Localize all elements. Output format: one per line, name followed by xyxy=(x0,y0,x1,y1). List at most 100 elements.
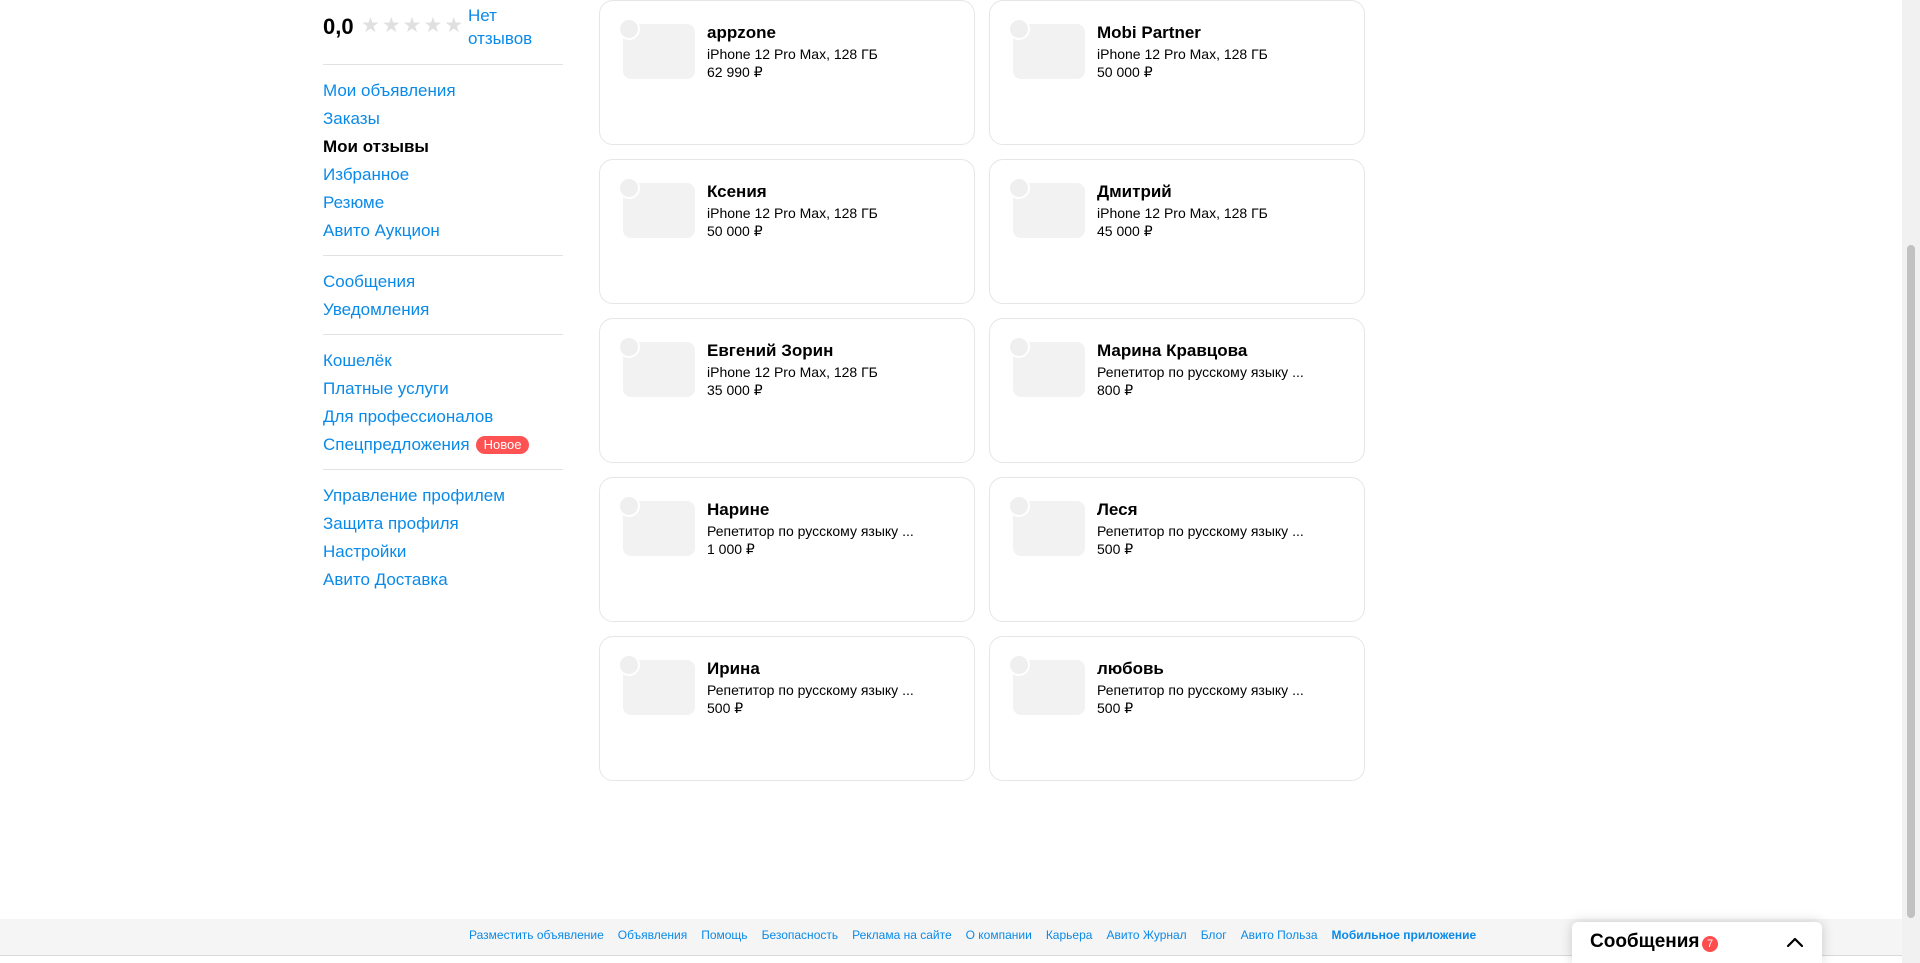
menu-group-3: Кошелёк Платные услуги Для профессионало… xyxy=(323,347,563,459)
item-title: Репетитор по русскому языку ... xyxy=(1097,364,1304,380)
seller-name: любовь xyxy=(1097,659,1164,678)
review-card[interactable]: Леся Репетитор по русскому языку ... 500… xyxy=(989,477,1365,622)
sidebar: 0,0 ★ ★ ★ ★ ★ Нет отзывов Мои объявления… xyxy=(323,0,563,594)
messages-widget-title: Сообщения xyxy=(1590,931,1700,952)
avatar xyxy=(1008,495,1030,517)
menu-item-messages[interactable]: Сообщения xyxy=(323,268,563,296)
menu-item-settings[interactable]: Настройки xyxy=(323,538,563,566)
new-badge: Новое xyxy=(475,436,530,454)
menu-item-my-ads[interactable]: Мои объявления xyxy=(323,77,563,105)
footer-link-journal[interactable]: Авито Журнал xyxy=(1106,928,1186,942)
footer-link-benefit[interactable]: Авито Польза xyxy=(1241,928,1318,942)
rating-summary: 0,0 ★ ★ ★ ★ ★ Нет отзывов xyxy=(323,0,563,56)
review-card[interactable]: appzone iPhone 12 Pro Max, 128 ГБ 62 990… xyxy=(599,0,975,145)
footer-link-post-ad[interactable]: Разместить объявление xyxy=(469,928,604,942)
avatar xyxy=(1008,336,1030,358)
menu-item-for-pros[interactable]: Для профессионалов xyxy=(323,403,563,431)
seller-name: Нарине xyxy=(707,500,770,519)
item-price: 1 000 ₽ xyxy=(707,541,755,557)
menu-item-profile-protection[interactable]: Защита профиля xyxy=(323,510,563,538)
star-icon: ★ xyxy=(402,14,422,37)
review-card[interactable]: Mobi Partner iPhone 12 Pro Max, 128 ГБ 5… xyxy=(989,0,1365,145)
item-title: iPhone 12 Pro Max, 128 ГБ xyxy=(707,205,878,221)
chevron-up-icon[interactable] xyxy=(1786,936,1804,948)
review-card[interactable]: Евгений Зорин iPhone 12 Pro Max, 128 ГБ … xyxy=(599,318,975,463)
menu-group-4: Управление профилем Защита профиля Настр… xyxy=(323,482,563,594)
footer-link-help[interactable]: Помощь xyxy=(701,928,747,942)
avatar xyxy=(1008,654,1030,676)
item-price: 50 000 ₽ xyxy=(1097,64,1153,80)
menu-item-auction[interactable]: Авито Аукцион xyxy=(323,217,563,245)
star-icon: ★ xyxy=(381,14,401,37)
review-card[interactable]: Ирина Репетитор по русскому языку ... 50… xyxy=(599,636,975,781)
footer-link-blog[interactable]: Блог xyxy=(1201,928,1227,942)
review-card[interactable]: Дмитрий iPhone 12 Pro Max, 128 ГБ 45 000… xyxy=(989,159,1365,304)
item-title: Репетитор по русскому языку ... xyxy=(707,523,914,539)
item-price: 50 000 ₽ xyxy=(707,223,763,239)
review-card[interactable]: любовь Репетитор по русскому языку ... 5… xyxy=(989,636,1365,781)
menu-item-notifications[interactable]: Уведомления xyxy=(323,296,563,324)
avatar xyxy=(1008,18,1030,40)
footer-link-mobile-app[interactable]: Мобильное приложение xyxy=(1332,928,1477,942)
avatar xyxy=(618,495,640,517)
item-title: Репетитор по русскому языку ... xyxy=(707,682,914,698)
item-title: iPhone 12 Pro Max, 128 ГБ xyxy=(707,46,878,62)
footer-link-advertising[interactable]: Реклама на сайте xyxy=(852,928,952,942)
item-price: 45 000 ₽ xyxy=(1097,223,1153,239)
menu-item-my-reviews[interactable]: Мои отзывы xyxy=(323,133,563,161)
item-title: Репетитор по русскому языку ... xyxy=(1097,523,1304,539)
star-icon: ★ xyxy=(423,14,443,37)
avatar xyxy=(618,177,640,199)
avatar xyxy=(618,336,640,358)
divider xyxy=(323,334,563,335)
item-title: iPhone 12 Pro Max, 128 ГБ xyxy=(707,364,878,380)
divider xyxy=(323,64,563,65)
item-title: iPhone 12 Pro Max, 128 ГБ xyxy=(1097,46,1268,62)
item-price: 62 990 ₽ xyxy=(707,64,763,80)
seller-name: Дмитрий xyxy=(1097,182,1172,201)
menu-item-paid-services[interactable]: Платные услуги xyxy=(323,375,563,403)
scrollbar[interactable] xyxy=(1902,0,1920,963)
menu-item-wallet[interactable]: Кошелёк xyxy=(323,347,563,375)
messages-widget[interactable]: Сообщения 7 xyxy=(1572,922,1822,963)
menu-group-2: Сообщения Уведомления xyxy=(323,268,563,324)
seller-name: Марина Кравцова xyxy=(1097,341,1248,360)
review-card[interactable]: Марина Кравцова Репетитор по русскому яз… xyxy=(989,318,1365,463)
rating-value: 0,0 xyxy=(323,14,354,39)
footer-link-career[interactable]: Карьера xyxy=(1046,928,1093,942)
seller-name: appzone xyxy=(707,23,776,42)
seller-name: Ксения xyxy=(707,182,767,201)
seller-name: Ирина xyxy=(707,659,760,678)
footer-link-about[interactable]: О компании xyxy=(966,928,1032,942)
rating-stars: ★ ★ ★ ★ ★ xyxy=(361,14,463,38)
footer-links: Разместить объявление Объявления Помощь … xyxy=(469,928,1476,942)
footer-link-ads[interactable]: Объявления xyxy=(618,928,687,942)
divider xyxy=(323,469,563,470)
scrollbar-thumb[interactable] xyxy=(1907,245,1915,918)
divider xyxy=(323,255,563,256)
avatar xyxy=(618,18,640,40)
avatar xyxy=(618,654,640,676)
avatar xyxy=(1008,177,1030,199)
review-card[interactable]: Нарине Репетитор по русскому языку ... 1… xyxy=(599,477,975,622)
item-price: 500 ₽ xyxy=(1097,700,1134,716)
menu-group-1: Мои объявления Заказы Мои отзывы Избранн… xyxy=(323,77,563,245)
menu-item-orders[interactable]: Заказы xyxy=(323,105,563,133)
seller-name: Mobi Partner xyxy=(1097,23,1201,42)
star-icon: ★ xyxy=(361,14,380,37)
menu-item-profile-management[interactable]: Управление профилем xyxy=(323,482,563,510)
item-price: 500 ₽ xyxy=(707,700,744,716)
no-reviews-link[interactable]: Нет отзывов xyxy=(468,4,548,50)
seller-name: Евгений Зорин xyxy=(707,341,834,360)
item-price: 35 000 ₽ xyxy=(707,382,763,398)
menu-item-avito-delivery[interactable]: Авито Доставка xyxy=(323,566,563,594)
review-card[interactable]: Ксения iPhone 12 Pro Max, 128 ГБ 50 000 … xyxy=(599,159,975,304)
item-price: 500 ₽ xyxy=(1097,541,1134,557)
menu-item-label: Спецпредложения xyxy=(323,435,470,454)
menu-item-resume[interactable]: Резюме xyxy=(323,189,563,217)
menu-item-favorites[interactable]: Избранное xyxy=(323,161,563,189)
footer-link-security[interactable]: Безопасность xyxy=(762,928,839,942)
item-price: 800 ₽ xyxy=(1097,382,1134,398)
menu-item-special-offers[interactable]: Спецпредложения Новое xyxy=(323,431,563,459)
item-title: iPhone 12 Pro Max, 128 ГБ xyxy=(1097,205,1268,221)
